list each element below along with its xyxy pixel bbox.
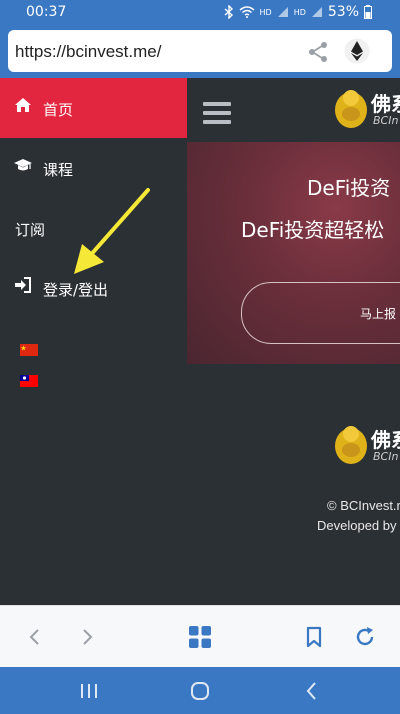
browser-address-bar: https://bcinvest.me/ — [0, 26, 400, 78]
hero-subtitle: DeFi投资超轻松 — [241, 218, 385, 242]
annotation-arrow — [74, 188, 150, 274]
android-nav-bar — [0, 667, 400, 714]
reload-icon[interactable] — [352, 624, 378, 650]
status-icons: HD HD 53% — [224, 4, 372, 20]
ethereum-icon[interactable] — [344, 38, 370, 64]
footer-logo: 佛系 BCIn — [331, 420, 400, 468]
battery-percent: 53% — [327, 4, 359, 20]
main-content: 佛系 BCIn DeFi投资 DeFi投资超轻松 马上报 佛系 BCIn © B… — [187, 78, 400, 605]
battery-icon — [364, 5, 372, 19]
network-label-1: HD — [259, 7, 272, 17]
url-text[interactable]: https://bcinvest.me/ — [15, 42, 161, 62]
china-flag-icon[interactable] — [20, 344, 38, 356]
status-bar: 00:37 HD HD 53% — [0, 0, 400, 26]
home-circle-icon[interactable] — [188, 679, 212, 703]
home-icon — [15, 98, 31, 112]
graduation-cap-icon — [14, 159, 32, 171]
hero-cta-label: 马上报 — [360, 307, 397, 321]
signal-icon — [311, 7, 322, 17]
status-time: 00:37 — [26, 4, 67, 20]
footer-developed-by: Developed by — [317, 518, 397, 533]
wifi-icon — [239, 6, 254, 18]
tabs-grid-icon[interactable] — [187, 624, 213, 650]
sidebar-item-label: 首页 — [43, 101, 74, 119]
url-field[interactable]: https://bcinvest.me/ — [8, 30, 392, 72]
share-icon[interactable] — [306, 40, 330, 64]
sidebar-item-label: 订阅 — [15, 221, 46, 239]
bluetooth-icon — [224, 5, 233, 19]
sign-in-icon — [15, 277, 31, 293]
sidebar-item-home[interactable]: 首页 — [0, 78, 187, 138]
hero-cta-button[interactable]: 马上报 — [241, 282, 400, 344]
logo-text: 佛系 — [371, 92, 400, 116]
sidebar-item-label: 登录/登出 — [43, 281, 109, 299]
hero-banner: DeFi投资 DeFi投资超轻松 马上报 — [187, 142, 400, 364]
recents-icon[interactable] — [77, 679, 101, 703]
hero-title: DeFi投资 — [307, 176, 391, 200]
logo-subtext: BCIn — [373, 450, 399, 463]
back-icon[interactable] — [300, 679, 324, 703]
taiwan-flag-icon[interactable] — [20, 375, 38, 387]
sidebar: 首页 课程 订阅 登录/登出 — [0, 78, 187, 605]
sidebar-item-label: 课程 — [43, 161, 74, 179]
site-logo[interactable]: 佛系 BCIn — [331, 84, 400, 132]
network-label-2: HD — [293, 7, 306, 17]
browser-toolbar — [0, 605, 400, 667]
bookmark-icon[interactable] — [301, 624, 327, 650]
chevron-left-icon[interactable] — [22, 624, 48, 650]
logo-text: 佛系 — [371, 428, 400, 452]
chevron-right-icon[interactable] — [74, 624, 100, 650]
footer-copyright: © BCInvest.r — [327, 498, 400, 513]
signal-icon — [277, 7, 288, 17]
hamburger-menu-icon[interactable] — [203, 102, 231, 124]
logo-subtext: BCIn — [373, 114, 399, 127]
